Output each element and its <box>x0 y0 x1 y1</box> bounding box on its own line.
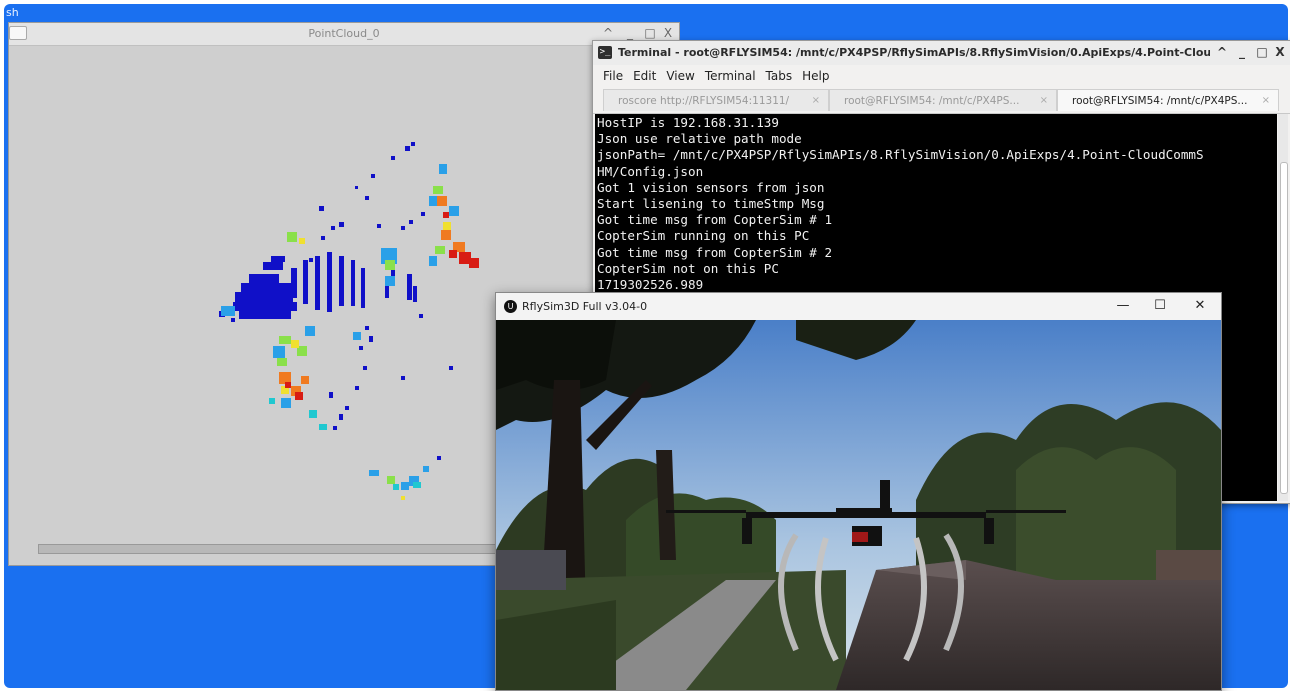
tab-roscore-label: roscore http://RFLYSIM54:11311/ <box>618 95 790 107</box>
terminal-menubar: File Edit View Terminal Tabs Help <box>593 65 1290 87</box>
terminal-titlebar[interactable]: >_ Terminal - root@RFLYSIM54: /mnt/c/PX4… <box>593 41 1290 65</box>
terminal-line: Json use relative path mode <box>597 131 802 147</box>
menu-edit[interactable]: Edit <box>633 69 656 83</box>
terminal-maximize-button[interactable]: □ <box>1255 45 1269 59</box>
terminal-line: 1719302526.989 <box>597 277 704 293</box>
pointcloud-maximize-button[interactable]: □ <box>643 25 657 41</box>
terminal-scrollbar-thumb[interactable] <box>1280 162 1288 494</box>
tab-root-3-label: root@RFLYSIM54: /mnt/c/PX4PS... <box>1072 95 1248 107</box>
rflysim3d-window[interactable]: U RflySim3D Full v3.04-0 — ☐ ✕ <box>495 292 1222 691</box>
terminal-line: Start lisening to timeStmp Msg <box>597 196 825 212</box>
rflysim3d-close-button[interactable]: ✕ <box>1190 298 1210 313</box>
terminal-line: Got 1 vision sensors from json <box>597 179 825 195</box>
rflysim3d-title: RflySim3D Full v3.04-0 <box>522 300 648 313</box>
terminal-minimize-button[interactable]: _ <box>1235 45 1249 59</box>
tab-roscore[interactable]: roscore http://RFLYSIM54:11311/ × <box>603 89 829 111</box>
pointcloud-title: PointCloud_0 <box>308 27 380 40</box>
terminal-line: Got time msg from CopterSim # 2 <box>597 244 833 260</box>
terminal-app-icon: >_ <box>598 46 612 59</box>
pointcloud-close-button[interactable]: X <box>661 25 675 41</box>
terminal-shade-button[interactable]: ^ <box>1215 45 1229 59</box>
terminal-tabbar: roscore http://RFLYSIM54:11311/ × root@R… <box>593 87 1290 114</box>
tab-root-3-close-icon[interactable]: × <box>1262 90 1270 111</box>
tab-root-3[interactable]: root@RFLYSIM54: /mnt/c/PX4PS... × <box>1057 89 1279 111</box>
rflysim3d-maximize-button[interactable]: ☐ <box>1150 298 1170 313</box>
rflysim3d-titlebar[interactable]: U RflySim3D Full v3.04-0 — ☐ ✕ <box>496 293 1221 320</box>
terminal-title: Terminal - root@RFLYSIM54: /mnt/c/PX4PSP… <box>618 46 1210 59</box>
rflysim3d-viewport[interactable] <box>496 320 1221 690</box>
menu-terminal[interactable]: Terminal <box>705 69 756 83</box>
terminal-line: Got time msg from CopterSim # 1 <box>597 212 833 228</box>
terminal-line: HM/Config.json <box>597 163 704 179</box>
tab-root-2[interactable]: root@RFLYSIM54: /mnt/c/PX4PS... × <box>829 89 1057 111</box>
pointcloud-minimize-button[interactable]: _ <box>623 25 637 41</box>
menu-help[interactable]: Help <box>802 69 829 83</box>
desktop-corner-label: sh <box>6 6 19 19</box>
terminal-line: CopterSim running on this PC <box>597 228 810 244</box>
tab-roscore-close-icon[interactable]: × <box>812 90 820 111</box>
drone-scene-render <box>496 320 1221 690</box>
tab-root-2-label: root@RFLYSIM54: /mnt/c/PX4PS... <box>844 95 1020 107</box>
menu-view[interactable]: View <box>666 69 694 83</box>
pointcloud-shade-button[interactable]: ^ <box>601 25 615 41</box>
unreal-logo-icon: U <box>504 300 517 313</box>
terminal-scrollbar[interactable] <box>1278 114 1288 501</box>
menu-tabs[interactable]: Tabs <box>766 69 793 83</box>
pointcloud-titlebar[interactable]: PointCloud_0 ^ _ □ X <box>9 23 679 46</box>
rflysim3d-minimize-button[interactable]: — <box>1113 298 1133 313</box>
tab-root-2-close-icon[interactable]: × <box>1040 90 1048 111</box>
pointcloud-bottom-bar <box>38 544 500 554</box>
terminal-line: HostIP is 192.168.31.139 <box>597 115 779 130</box>
terminal-line: CopterSim not on this PC <box>597 260 779 276</box>
terminal-line: jsonPath= /mnt/c/PX4PSP/RflySimAPIs/8.Rf… <box>597 147 1204 163</box>
terminal-close-button[interactable]: X <box>1273 45 1287 59</box>
menu-file[interactable]: File <box>603 69 623 83</box>
